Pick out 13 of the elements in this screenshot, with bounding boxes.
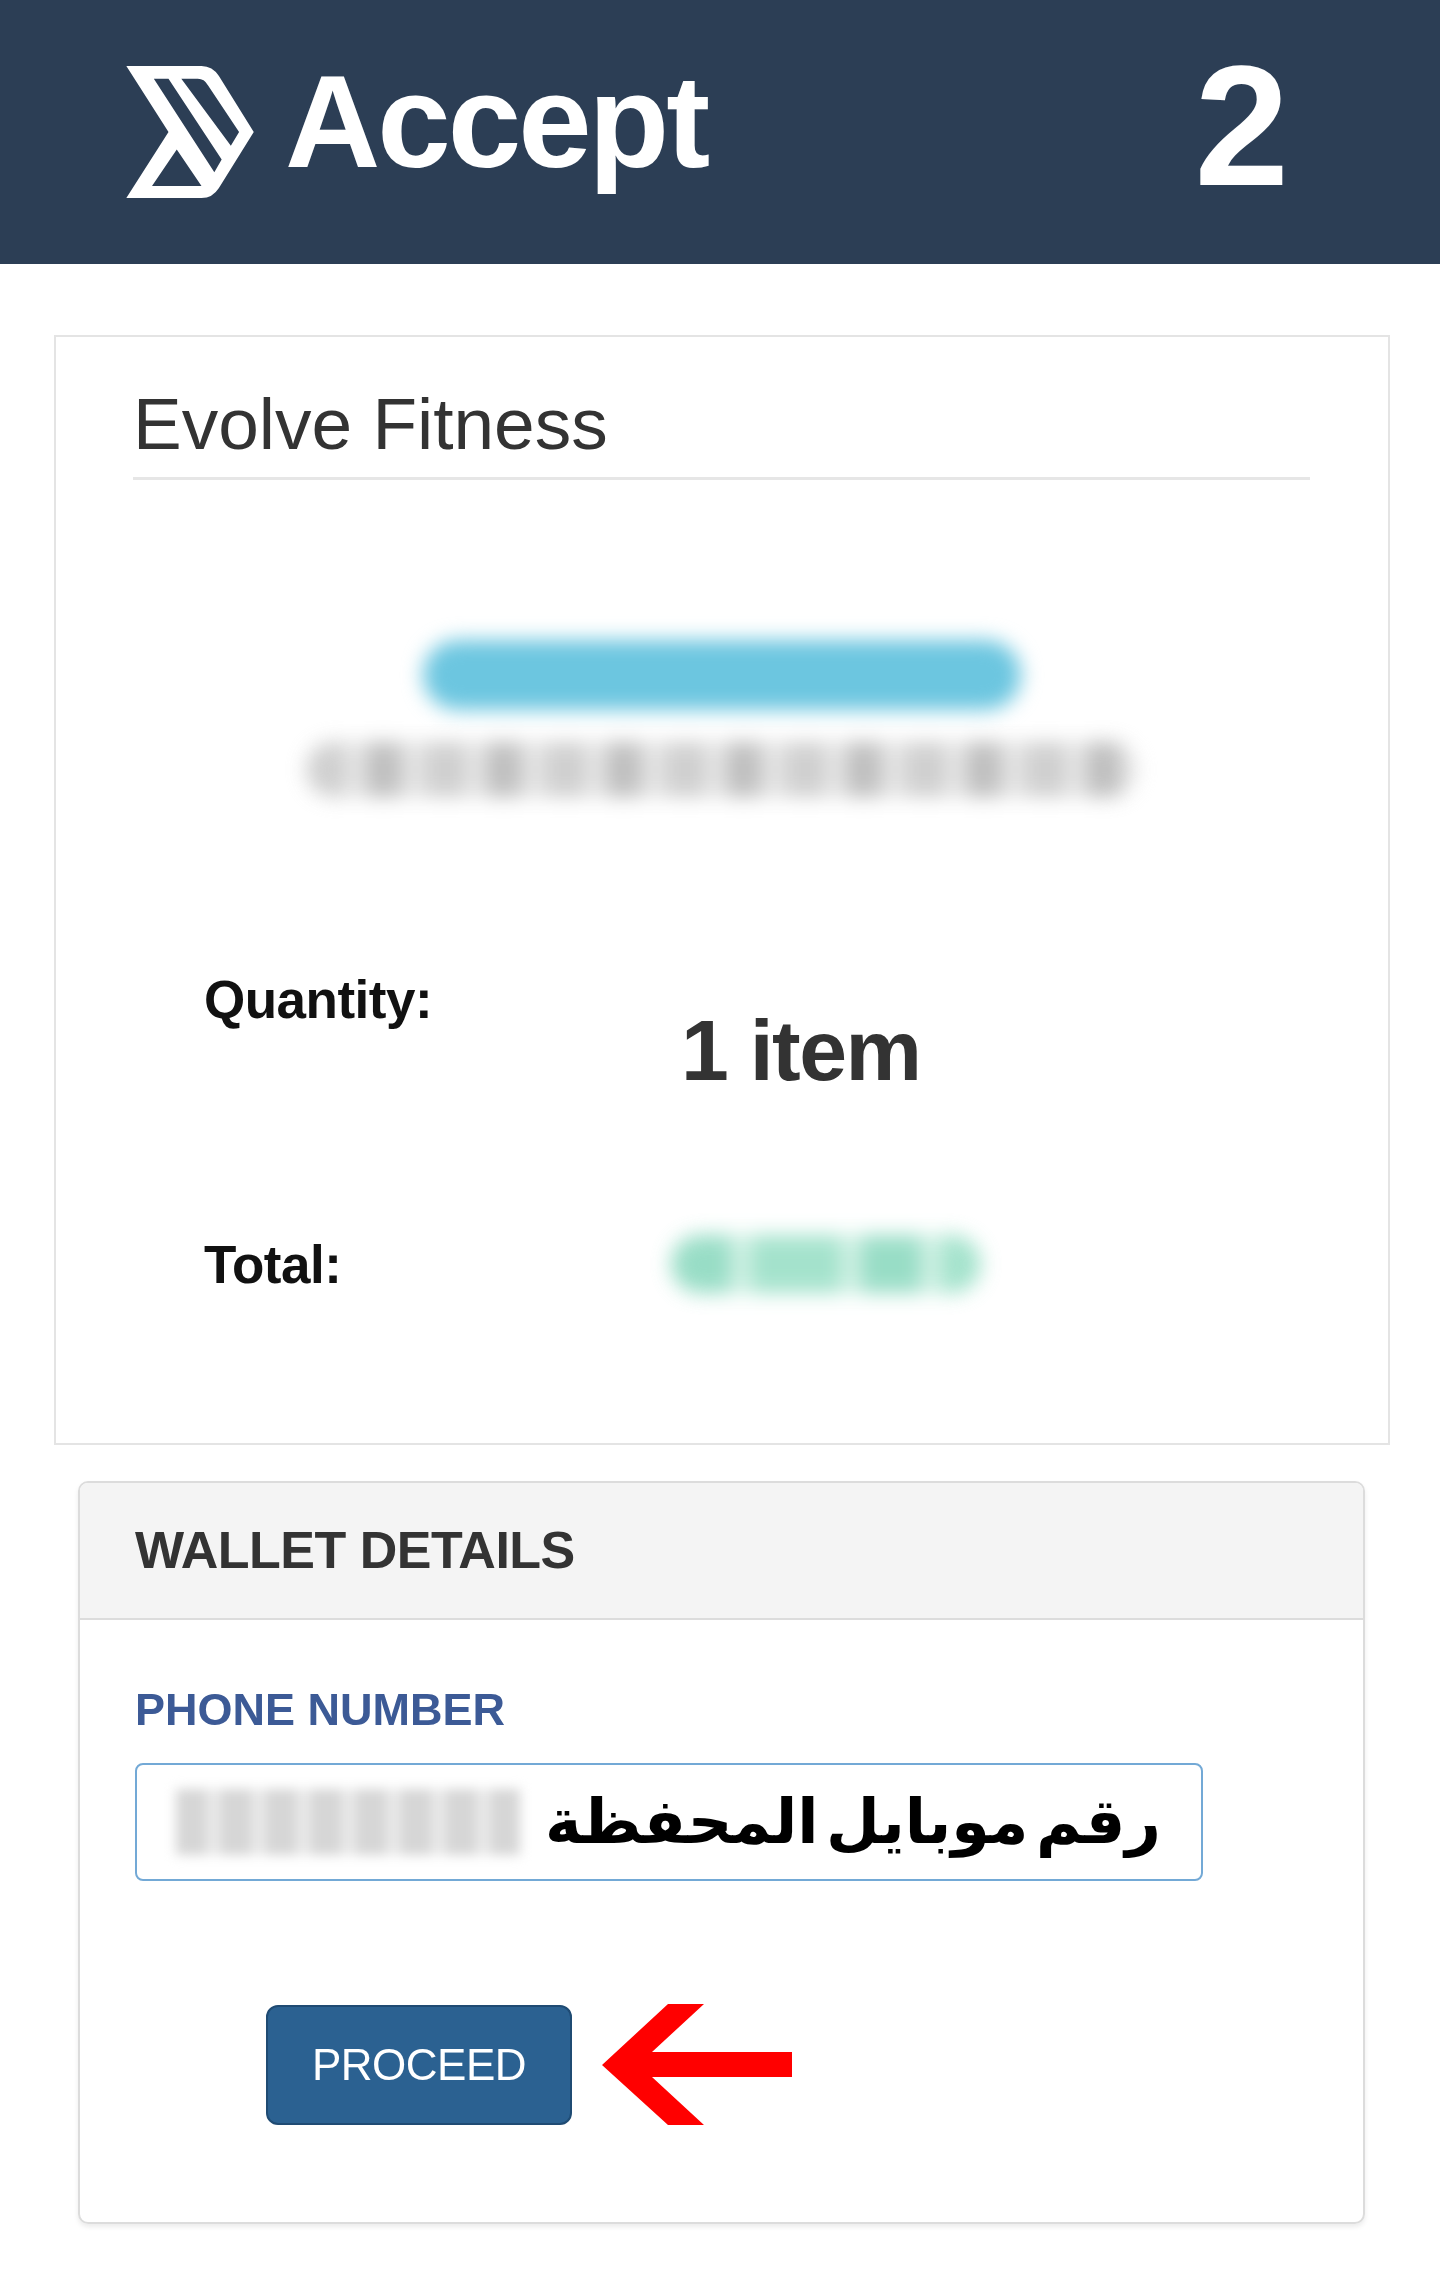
merchant-name: Evolve Fitness xyxy=(133,382,608,466)
phone-field[interactable]: رقم موبايل المحفظة xyxy=(135,1763,1203,1881)
left-arrow-icon xyxy=(602,2004,792,2125)
wallet-title: WALLET DETAILS xyxy=(135,1520,575,1582)
logo-icon xyxy=(126,66,255,198)
field-label: PHONE NUMBER xyxy=(135,1683,506,1737)
step-number: 2 xyxy=(1194,30,1289,224)
proceed-button[interactable]: PROCEED xyxy=(266,2004,572,2125)
quantity-value: 1 item xyxy=(680,1001,921,1101)
annotation-text: رقم موبايل المحفظة xyxy=(545,1784,1161,1861)
quantity-label: Quantity: xyxy=(204,969,433,1032)
total-label: Total: xyxy=(204,1233,342,1296)
logo-text: Accept xyxy=(285,46,708,197)
